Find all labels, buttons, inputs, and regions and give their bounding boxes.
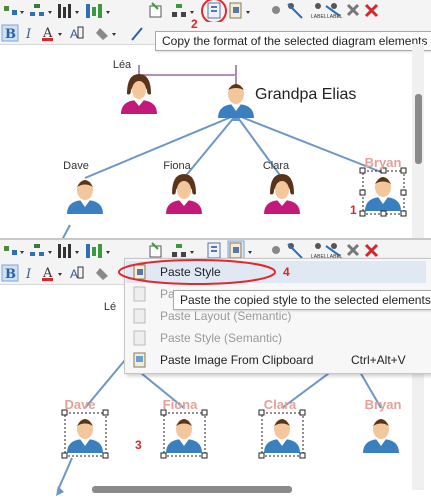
step-label-4: 4 — [283, 265, 290, 279]
vertical-scrollbar-thumb[interactable] — [415, 94, 422, 164]
person-name-bryan: Bryan — [364, 155, 402, 170]
person-figure-bryan[interactable] — [363, 419, 399, 453]
person-name-lea: Léa — [112, 59, 132, 71]
person-figure-fiona[interactable] — [160, 409, 208, 459]
menu-item-paste-image[interactable]: Paste Image From Clipboard Ctrl+Alt+V — [125, 349, 431, 371]
horizontal-scrollbar-thumb[interactable] — [92, 486, 292, 493]
person-name-dave: Dave — [63, 160, 89, 172]
partial-name-label: Lé — [103, 301, 117, 313]
paste-style-tooltip: Paste the copied style to the selected e… — [173, 290, 431, 310]
person-figure-bryan[interactable] — [359, 167, 407, 217]
step-label-3: 3 — [135, 438, 142, 452]
menu-item-label: Paste Style — [160, 265, 221, 279]
paste-style-semantic-icon — [133, 330, 146, 346]
family-diagram — [61, 65, 407, 238]
person-name-clara: Clara — [263, 397, 297, 412]
person-name-fiona: Fiona — [162, 397, 198, 412]
person-figure-elias[interactable] — [218, 84, 254, 118]
paste-layout-icon — [133, 286, 146, 302]
paste-style-icon — [133, 264, 146, 280]
top-screenshot-pane: LABEL LABEL B I A A Copy the format of t… — [0, 0, 431, 238]
person-figure-lea[interactable] — [121, 74, 157, 114]
menu-item-label: Paste Image From Clipboard — [160, 353, 314, 367]
vertical-scrollbar[interactable] — [412, 44, 424, 238]
person-figure-dave[interactable] — [61, 409, 109, 459]
person-name-clara: Clara — [262, 160, 290, 172]
paste-image-icon — [133, 352, 146, 368]
paste-layout-semantic-icon — [133, 308, 146, 324]
menu-item-label: Paste Layout (Semantic) — [160, 309, 292, 323]
person-name-dave: Dave — [64, 397, 96, 412]
connector-lines — [56, 359, 382, 496]
menu-item-shortcut: Ctrl+Alt+V — [351, 353, 406, 367]
menu-item-paste-style[interactable]: Paste Style — [125, 261, 431, 283]
step-label-1: 1 — [350, 203, 357, 217]
person-name-bryan: Bryan — [364, 397, 402, 412]
person-figure-fiona[interactable] — [166, 174, 202, 214]
menu-item-label: Paste Style (Semantic) — [160, 331, 283, 345]
person-name-fiona: Fiona — [163, 160, 191, 172]
paste-dropdown-menu: Paste Style Pa Paste Layout (Semantic) P… — [124, 258, 431, 374]
person-figure-clara[interactable] — [258, 409, 306, 459]
person-name-elias: Grandpa Elias — [255, 86, 357, 103]
person-figure-dave[interactable] — [67, 180, 103, 214]
menu-item-paste-style-semantic[interactable]: Paste Style (Semantic) — [125, 327, 431, 349]
person-figure-clara[interactable] — [264, 174, 300, 214]
